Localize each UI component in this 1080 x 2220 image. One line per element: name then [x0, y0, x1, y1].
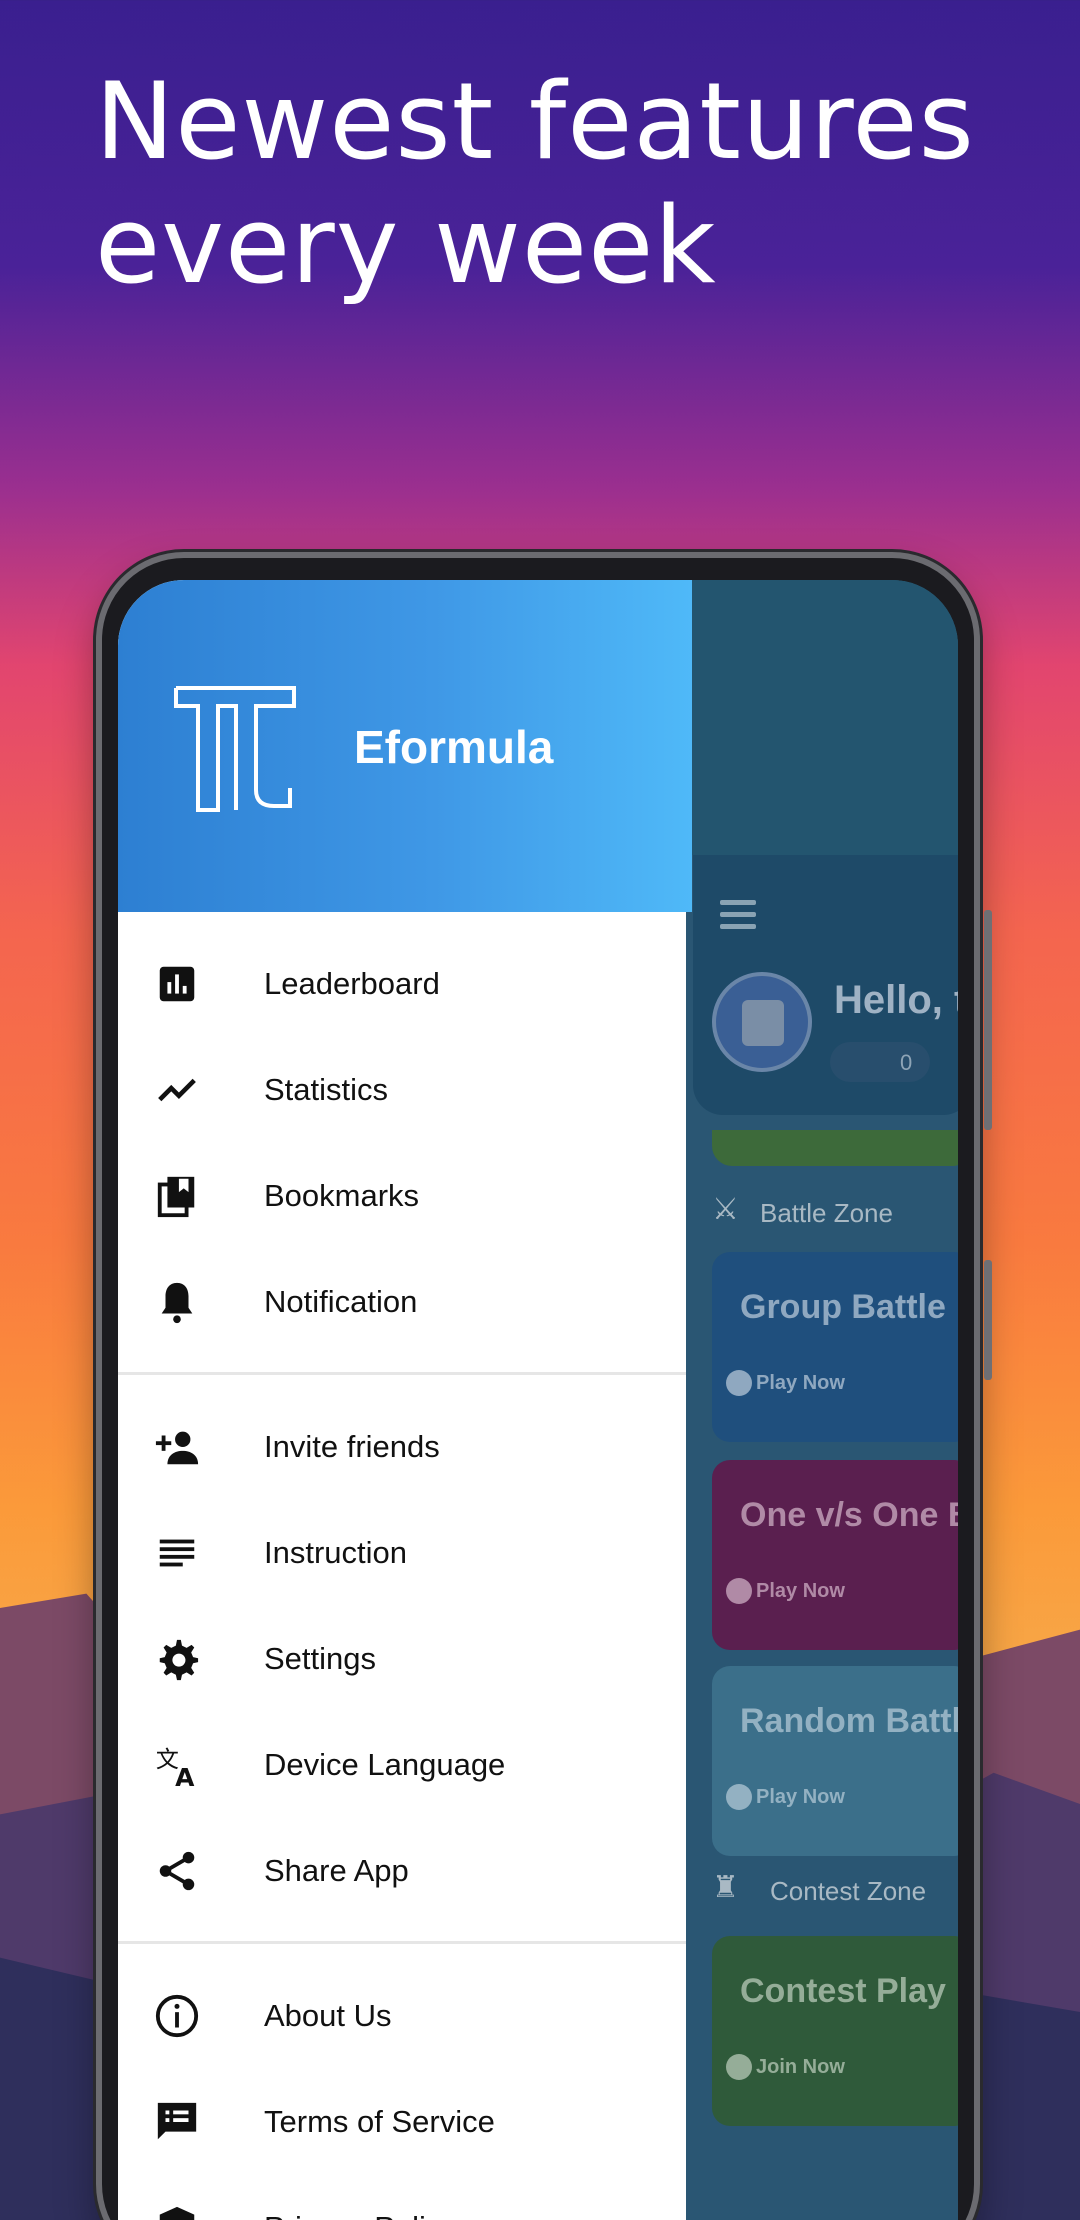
- menu-item-label: Invite friends: [264, 1429, 440, 1464]
- menu-item-label: Terms of Service: [264, 2104, 495, 2139]
- menu-item-label: About Us: [264, 1998, 392, 2033]
- random-battle-card[interactable]: Random Battl Play Now: [712, 1666, 958, 1856]
- menu-item-bookmarks[interactable]: Bookmarks: [118, 1142, 686, 1248]
- translate-icon: 文A: [156, 1747, 195, 1788]
- play-now-link[interactable]: Play Now: [756, 1580, 845, 1603]
- coin-badge: 0: [830, 1042, 930, 1082]
- promo-headline: Newest features every week: [95, 60, 975, 307]
- app-name: Eformula: [354, 721, 554, 773]
- navigation-drawer: Eformula Leaderboard Statistics Bookmark…: [118, 580, 692, 2220]
- menu-divider: [118, 1372, 686, 1375]
- menu-item-settings[interactable]: Settings: [118, 1605, 686, 1711]
- contest-play-card[interactable]: Contest Play Join Now: [712, 1936, 958, 2126]
- contest-icon: ♜: [712, 1871, 739, 1904]
- menu-item-label: Bookmarks: [264, 1178, 420, 1213]
- statistics-icon: [158, 1078, 196, 1102]
- info-icon: [155, 1994, 199, 2038]
- menu-item-share-app[interactable]: Share App: [118, 1817, 686, 1923]
- play-now-link[interactable]: Play Now: [756, 1372, 845, 1395]
- terms-icon: [157, 2102, 197, 2140]
- menu-item-label: Device Language: [264, 1747, 506, 1782]
- pi-logo-icon: [174, 686, 296, 812]
- play-icon: [726, 1784, 752, 1810]
- greeting-text: Hello, t: [834, 978, 958, 1022]
- menu-item-invite-friends[interactable]: Invite friends: [118, 1393, 686, 1499]
- play-now-link[interactable]: Play Now: [756, 1786, 845, 1809]
- menu-item-leaderboard[interactable]: Leaderboard: [118, 930, 686, 1036]
- menu-item-label: Share App: [264, 1853, 409, 1888]
- menu-item-notification[interactable]: Notification: [118, 1248, 686, 1354]
- menu-divider: [118, 1941, 686, 1944]
- bookmarks-icon: [157, 1176, 195, 1218]
- avatar[interactable]: [712, 972, 812, 1072]
- play-icon: [726, 1578, 752, 1604]
- drawer-menu: Leaderboard Statistics Bookmarks Notific…: [118, 912, 686, 2220]
- contest-zone-title: Contest Zone: [770, 1876, 927, 1906]
- menu-item-label: Instruction: [264, 1535, 408, 1570]
- menu-item-label: Leaderboard: [264, 966, 440, 1001]
- share-icon: [159, 1851, 195, 1891]
- battle-zone-title: Battle Zone: [760, 1198, 893, 1228]
- join-now-link[interactable]: Join Now: [756, 2056, 845, 2079]
- shield-icon: [159, 2206, 195, 2220]
- menu-item-instruction[interactable]: Instruction: [118, 1499, 686, 1605]
- menu-item-about-us[interactable]: About Us: [118, 1962, 686, 2068]
- card-title: One v/s One B: [740, 1496, 958, 1534]
- menu-item-terms-of-service[interactable]: Terms of Service: [118, 2068, 686, 2174]
- menu-item-label: Notification: [264, 1284, 418, 1319]
- gear-icon: [159, 1639, 199, 1681]
- banner-strip: [712, 1130, 958, 1166]
- menu-item-label: Statistics: [264, 1072, 389, 1107]
- card-title: Random Battl: [740, 1702, 958, 1740]
- svg-text:A: A: [175, 1763, 195, 1788]
- menu-icon[interactable]: [720, 900, 756, 930]
- menu-item-label: Settings: [264, 1641, 377, 1676]
- card-title: Contest Play: [740, 1972, 946, 2010]
- drawer-header: Eformula: [118, 580, 692, 912]
- add-person-icon: [155, 1431, 199, 1465]
- card-title: Group Battle: [740, 1288, 946, 1326]
- bell-icon: [161, 1282, 193, 1324]
- phone-power-button: [984, 1260, 992, 1380]
- menu-item-device-language[interactable]: 文A Device Language: [118, 1711, 686, 1817]
- play-icon: [726, 2054, 752, 2080]
- menu-item-label: Privacy Policy: [264, 2210, 457, 2220]
- leaderboard-icon: [159, 966, 195, 1002]
- group-battle-card[interactable]: Group Battle Play Now: [712, 1252, 958, 1442]
- menu-item-statistics[interactable]: Statistics: [118, 1036, 686, 1142]
- phone-screen: Hello, t 0 ⚔ Battle Zone Group Battle Pl…: [118, 580, 958, 2220]
- one-vs-one-card[interactable]: One v/s One B Play Now: [712, 1460, 958, 1650]
- play-icon: [726, 1370, 752, 1396]
- battle-icon: ⚔: [712, 1193, 739, 1226]
- phone-volume-button: [984, 910, 992, 1130]
- instruction-icon: [159, 1539, 195, 1567]
- menu-item-privacy-policy[interactable]: Privacy Policy: [118, 2174, 686, 2220]
